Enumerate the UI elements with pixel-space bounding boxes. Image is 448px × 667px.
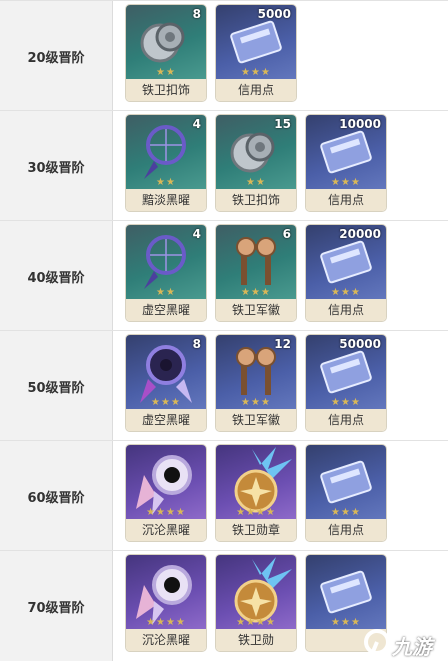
material-item[interactable]: 15 ★★ 铁卫扣饰 [216, 115, 296, 211]
rarity-stars: ★★★ [151, 397, 181, 408]
ascension-row: 40级晋阶 4 ★★ 虚空黑曜 6 ★★★ 铁卫军徽 20000 ★★★ 信用点 [0, 220, 448, 331]
item-name: 沉沦黑曜 [126, 629, 206, 651]
rarity-stars: ★★ [156, 67, 176, 78]
rarity-stars: ★★★★ [146, 617, 186, 628]
material-item[interactable]: 50000 ★★★ 信用点 [306, 335, 386, 431]
row-label: 30级晋阶 [0, 111, 113, 221]
item-name: 虚空黑曜 [126, 409, 206, 431]
rarity-stars: ★★★ [241, 397, 271, 408]
material-item[interactable]: ★★★★ 铁卫勋章 [216, 445, 296, 541]
row-label: 20级晋阶 [0, 1, 113, 111]
item-name: 信用点 [306, 299, 386, 321]
item-name: 信用点 [306, 409, 386, 431]
item-count: 4 [192, 227, 201, 241]
material-item[interactable]: 4 ★★ 黯淡黑曜 [126, 115, 206, 211]
material-item[interactable]: 12 ★★★ 铁卫军徽 [216, 335, 296, 431]
row-label: 50级晋阶 [0, 331, 113, 441]
watermark-text: 九游 [392, 635, 432, 659]
ascension-row: 60级晋阶 ★★★★ 沉沦黑曜 ★★★★ 铁卫勋章 ★★★ 信用点 [0, 440, 448, 551]
item-count: 12 [274, 337, 291, 351]
rarity-stars: ★★★ [331, 507, 361, 518]
item-name: 铁卫勋 [216, 629, 296, 651]
item-count: 50000 [339, 337, 381, 351]
item-name: 虚空黑曜 [126, 299, 206, 321]
material-item[interactable]: ★★★★ 沉沦黑曜 [126, 445, 206, 541]
item-count: 8 [192, 337, 201, 351]
item-count: 4 [192, 117, 201, 131]
rarity-stars: ★★★★ [236, 617, 276, 628]
item-name: 铁卫军徽 [216, 299, 296, 321]
rarity-stars: ★★★★ [236, 507, 276, 518]
jiuyou-logo-icon [364, 629, 390, 660]
rarity-stars: ★★ [156, 177, 176, 188]
item-count: 10000 [339, 117, 381, 131]
material-item[interactable]: ★★★★ 沉沦黑曜 [126, 555, 206, 651]
row-label: 40级晋阶 [0, 221, 113, 331]
item-name: 铁卫勋章 [216, 519, 296, 541]
item-name: 沉沦黑曜 [126, 519, 206, 541]
item-count: 8 [192, 7, 201, 21]
material-item[interactable]: ★★★ 信用点 [306, 445, 386, 541]
ascension-row: 50级晋阶 8 ★★★ 虚空黑曜 12 ★★★ 铁卫军徽 50000 ★★★ 信… [0, 330, 448, 441]
rarity-stars: ★★★ [241, 67, 271, 78]
material-item[interactable]: 4 ★★ 虚空黑曜 [126, 225, 206, 321]
item-count: 6 [282, 227, 291, 241]
rarity-stars: ★★★ [331, 397, 361, 408]
item-count: 15 [274, 117, 291, 131]
item-count: 20000 [339, 227, 381, 241]
rarity-stars: ★★★ [241, 287, 271, 298]
watermark: 九游 [362, 627, 440, 663]
row-label: 70级晋阶 [0, 551, 113, 661]
material-item[interactable]: 10000 ★★★ 信用点 [306, 115, 386, 211]
rarity-stars: ★★★ [331, 177, 361, 188]
rarity-stars: ★★★★ [146, 507, 186, 518]
material-item[interactable]: 20000 ★★★ 信用点 [306, 225, 386, 321]
material-item[interactable]: ★★★★ 铁卫勋 [216, 555, 296, 651]
item-name: 铁卫军徽 [216, 409, 296, 431]
item-name: 信用点 [306, 189, 386, 211]
ascension-row: 30级晋阶 4 ★★ 黯淡黑曜 15 ★★ 铁卫扣饰 10000 ★★★ 信用点 [0, 110, 448, 221]
rarity-stars: ★★ [156, 287, 176, 298]
material-item[interactable]: 8 ★★ 铁卫扣饰 [126, 5, 206, 101]
item-name: 铁卫扣饰 [216, 189, 296, 211]
item-name: 黯淡黑曜 [126, 189, 206, 211]
rarity-stars: ★★ [246, 177, 266, 188]
item-name: 铁卫扣饰 [126, 79, 206, 101]
item-count: 5000 [257, 7, 291, 21]
rarity-stars: ★★★ [331, 287, 361, 298]
material-item[interactable]: 6 ★★★ 铁卫军徽 [216, 225, 296, 321]
item-name: 信用点 [216, 79, 296, 101]
material-item[interactable]: 5000 ★★★ 信用点 [216, 5, 296, 101]
item-name: 信用点 [306, 519, 386, 541]
row-label: 60级晋阶 [0, 441, 113, 551]
material-item[interactable]: 8 ★★★ 虚空黑曜 [126, 335, 206, 431]
ascension-row: 20级晋阶 8 ★★ 铁卫扣饰 5000 ★★★ 信用点 [0, 0, 448, 111]
